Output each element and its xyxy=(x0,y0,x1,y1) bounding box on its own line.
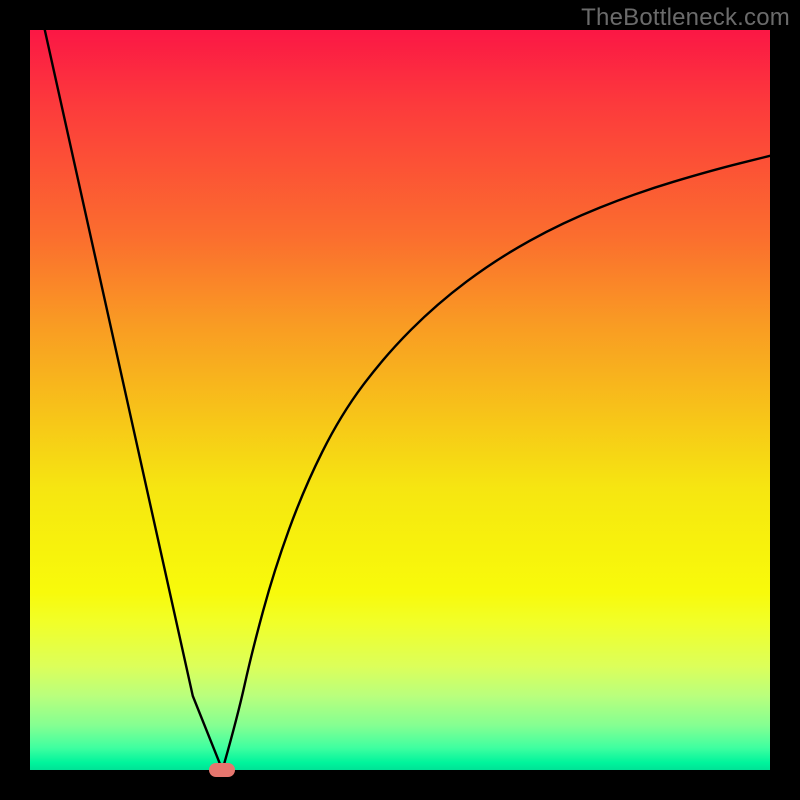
attribution-text: TheBottleneck.com xyxy=(581,4,790,32)
minimum-marker xyxy=(209,763,235,777)
left-branch xyxy=(45,30,223,770)
bottleneck-curve xyxy=(30,30,770,770)
right-branch xyxy=(222,156,770,770)
chart-frame: TheBottleneck.com xyxy=(0,0,800,800)
plot-area xyxy=(30,30,770,770)
